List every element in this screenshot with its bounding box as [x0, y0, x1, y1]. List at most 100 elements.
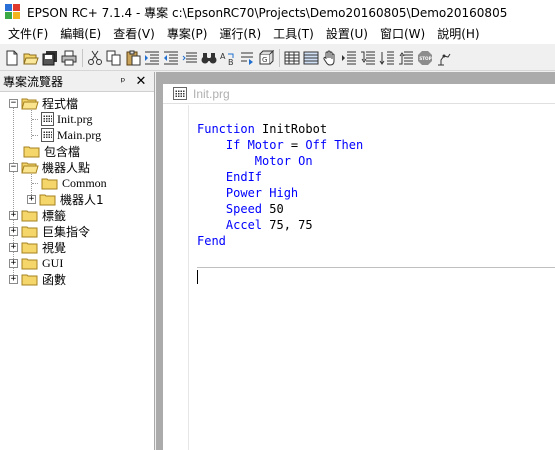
- menu-run[interactable]: 運行(R): [213, 24, 267, 44]
- tree-label: GUI: [42, 255, 64, 270]
- tree-node-include-files[interactable]: 包含檔: [0, 143, 154, 159]
- copy-icon[interactable]: [105, 49, 122, 67]
- title-bar: EPSON RC+ 7.1.4 - 專案 c:\EpsonRC70\Projec…: [0, 0, 555, 24]
- folder-open-icon: [21, 161, 39, 174]
- code-text: 75, 75: [262, 218, 313, 232]
- unindent-icon[interactable]: [181, 49, 198, 67]
- editor-title: Init.prg: [193, 86, 230, 101]
- open-folder-icon[interactable]: [22, 49, 39, 67]
- save-all-icon[interactable]: [41, 49, 58, 67]
- tree-label: 巨集指令: [42, 224, 91, 239]
- menu-setup[interactable]: 設置(U): [320, 24, 374, 44]
- step-out-icon[interactable]: [397, 49, 414, 67]
- table-icon[interactable]: [302, 49, 319, 67]
- goto-icon[interactable]: [238, 49, 255, 67]
- expand-toggle[interactable]: +: [9, 258, 18, 268]
- menu-window[interactable]: 窗口(W): [374, 24, 431, 44]
- tree-label: 標籤: [42, 208, 67, 223]
- tree-label: 包含檔: [44, 144, 81, 159]
- expand-toggle[interactable]: +: [9, 274, 18, 284]
- svg-text:G: G: [262, 56, 267, 64]
- tree-label: Init.prg: [57, 111, 93, 126]
- stop-icon[interactable]: STOP: [416, 49, 433, 67]
- explorer-title: 專案流覽器: [3, 75, 64, 89]
- step-icon[interactable]: [340, 49, 357, 67]
- tree-label: 程式檔: [42, 96, 79, 111]
- tree-node-main-prg[interactable]: Main.prg: [0, 127, 154, 143]
- tree-node-init-prg[interactable]: Init.prg: [0, 111, 154, 127]
- code-line: Speed 50: [197, 201, 555, 217]
- folder-icon: [21, 257, 39, 270]
- tree-node-gui[interactable]: + GUI: [0, 255, 154, 271]
- hand-icon[interactable]: [321, 49, 338, 67]
- pin-icon[interactable]: ᵖ: [116, 74, 130, 90]
- robot-icon[interactable]: [435, 49, 452, 67]
- menu-bar: 文件(F) 編輯(E) 查看(V) 專案(P) 運行(R) 工具(T) 設置(U…: [0, 24, 555, 44]
- code-keyword: Speed: [197, 202, 263, 216]
- paste-icon[interactable]: [124, 49, 141, 67]
- program-file-icon: [173, 87, 187, 100]
- replace-icon[interactable]: AB: [219, 49, 236, 67]
- code-line: Power High: [197, 185, 555, 201]
- editor-gutter: [163, 105, 189, 450]
- folder-icon: [23, 145, 41, 158]
- project-tree: − 程式檔 Init.prg Main.prg 包含檔 − 機器人點 Commo…: [0, 92, 154, 287]
- new-file-icon[interactable]: [3, 49, 20, 67]
- expand-toggle[interactable]: +: [9, 210, 18, 220]
- print-icon[interactable]: [60, 49, 77, 67]
- expand-toggle[interactable]: +: [9, 226, 18, 236]
- code-text: 50: [262, 202, 284, 216]
- code-text-area[interactable]: Function InitRobot If Motor = Off Then M…: [197, 121, 555, 450]
- close-icon[interactable]: ✕: [134, 74, 148, 90]
- outdent-icon[interactable]: [162, 49, 179, 67]
- build-icon[interactable]: [283, 49, 300, 67]
- tree-node-functions[interactable]: + 函數: [0, 271, 154, 287]
- tree-node-common[interactable]: Common: [0, 175, 154, 191]
- tree-node-macros[interactable]: + 巨集指令: [0, 223, 154, 239]
- indent-icon[interactable]: [143, 49, 160, 67]
- code-text: InitRobot: [254, 122, 328, 136]
- code-line: Accel 75, 75: [197, 217, 555, 233]
- tree-node-robot-points[interactable]: − 機器人點: [0, 159, 154, 175]
- epson-app-icon: [5, 4, 21, 20]
- code-line: Motor On: [197, 153, 555, 169]
- tree-node-robot-1[interactable]: + 機器人1: [0, 191, 154, 207]
- svg-text:STOP: STOP: [419, 56, 432, 61]
- tree-connector: [32, 135, 38, 136]
- expand-toggle[interactable]: +: [9, 242, 18, 252]
- menu-file[interactable]: 文件(F): [2, 24, 54, 44]
- tree-label: 函數: [42, 272, 67, 287]
- collapse-toggle[interactable]: −: [9, 162, 18, 172]
- program-file-icon: [41, 112, 54, 126]
- tree-node-vision[interactable]: + 視覺: [0, 239, 154, 255]
- tree-label: Common: [62, 175, 107, 190]
- cut-icon[interactable]: [86, 49, 103, 67]
- find-icon[interactable]: [200, 49, 217, 67]
- expand-toggle[interactable]: +: [27, 194, 36, 204]
- menu-tools[interactable]: 工具(T): [267, 24, 320, 44]
- menu-edit[interactable]: 編輯(E): [54, 24, 107, 44]
- step-over-icon[interactable]: [378, 49, 395, 67]
- menu-project[interactable]: 專案(P): [161, 24, 214, 44]
- toolbar-separator: [279, 48, 280, 67]
- collapse-toggle[interactable]: −: [9, 98, 18, 108]
- folder-icon: [21, 209, 39, 222]
- menu-view[interactable]: 查看(V): [107, 24, 161, 44]
- folder-icon: [21, 273, 39, 286]
- code-line: EndIf: [197, 169, 555, 185]
- folder-icon: [41, 177, 59, 190]
- editor-title-bar[interactable]: Init.prg: [163, 84, 555, 104]
- folder-icon: [39, 193, 57, 206]
- tree-label: 機器人1: [60, 192, 104, 207]
- tree-node-labels[interactable]: + 標籤: [0, 207, 154, 223]
- tree-node-program-files[interactable]: − 程式檔: [0, 95, 154, 111]
- code-line: Function InitRobot: [197, 121, 555, 137]
- tree-connector: [32, 119, 38, 120]
- explorer-header: 專案流覽器 ᵖ ✕: [0, 72, 154, 92]
- step-into-icon[interactable]: [359, 49, 376, 67]
- project-explorer: 專案流覽器 ᵖ ✕ − 程式檔 Init.prg Main.prg 包含檔 − …: [0, 72, 155, 450]
- code-keyword: Motor On: [197, 154, 313, 168]
- tree-label: 機器人點: [42, 160, 91, 175]
- cube-icon[interactable]: G: [257, 49, 274, 67]
- menu-help[interactable]: 說明(H): [431, 24, 485, 44]
